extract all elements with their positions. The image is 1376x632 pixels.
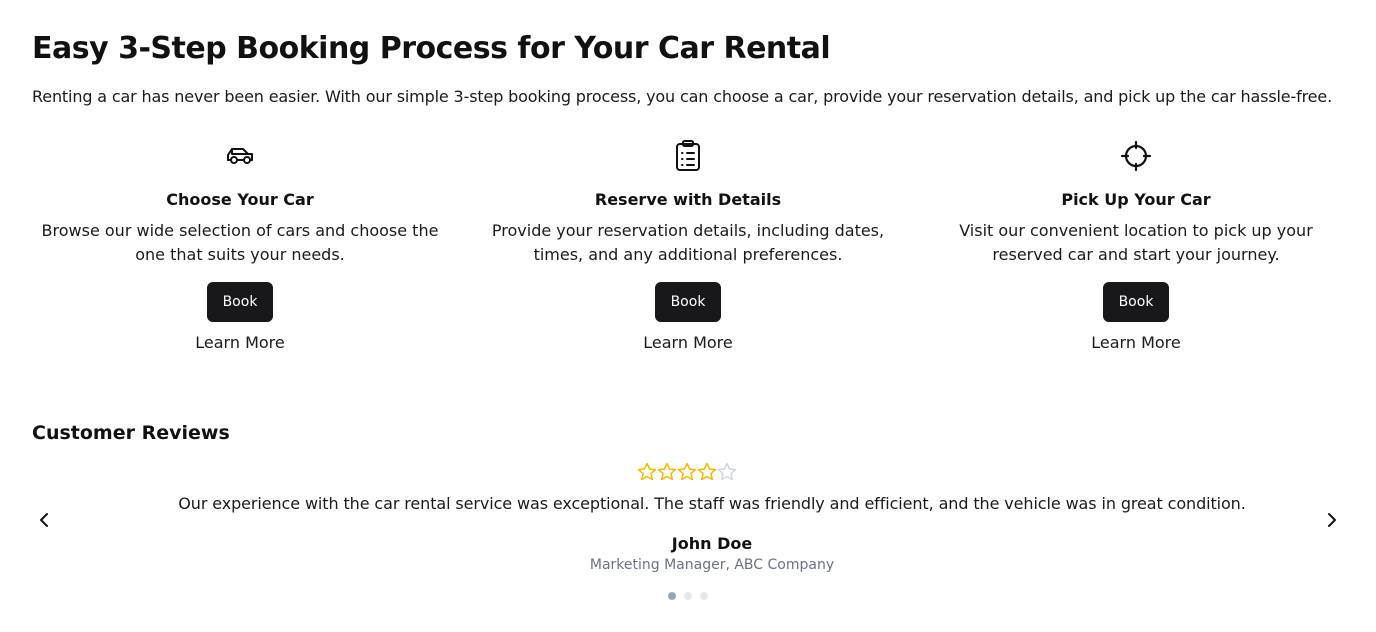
step-description: Provide your reservation details, includ… (491, 221, 885, 264)
carousel-dots (668, 592, 708, 600)
review-text: Our experience with the car rental servi… (0, 494, 1376, 513)
rating-stars (637, 462, 737, 482)
crosshair-icon (1120, 140, 1152, 172)
step-choose-car: Choose Your Car Browse our wide selectio… (32, 140, 448, 352)
booking-steps: Choose Your Car Browse our wide selectio… (32, 140, 1344, 352)
star-filled-icon (697, 462, 717, 481)
page-title: Easy 3-Step Booking Process for Your Car… (32, 31, 831, 66)
reviewer-name: John Doe (671, 534, 753, 553)
carousel-dot[interactable] (684, 592, 692, 600)
carousel-dot[interactable] (700, 592, 708, 600)
car-icon (224, 140, 256, 172)
learn-more-link[interactable]: Learn More (1091, 333, 1180, 352)
star-filled-icon (637, 462, 657, 481)
reviewer-role: Marketing Manager, ABC Company (589, 557, 835, 573)
next-review-button[interactable] (1320, 508, 1344, 532)
learn-more-link[interactable]: Learn More (643, 333, 732, 352)
clipboard-list-icon (672, 140, 704, 172)
step-title: Choose Your Car (166, 190, 314, 209)
step-title: Pick Up Your Car (1061, 190, 1211, 209)
review-quote: Our experience with the car rental servi… (178, 494, 1246, 513)
intro-text: Renting a car has never been easier. Wit… (32, 87, 1333, 106)
book-button[interactable]: Book (1103, 282, 1169, 322)
step-description: Visit our convenient location to pick up… (959, 221, 1313, 264)
star-empty-icon (717, 462, 737, 481)
step-pick-up: Pick Up Your Car Visit our convenient lo… (928, 140, 1344, 352)
book-button[interactable]: Book (207, 282, 273, 322)
carousel-dot[interactable] (668, 592, 676, 600)
learn-more-link[interactable]: Learn More (195, 333, 284, 352)
reviews-title: Customer Reviews (32, 422, 230, 444)
chevron-right-icon (1328, 513, 1336, 527)
star-filled-icon (677, 462, 697, 481)
step-title: Reserve with Details (594, 190, 782, 209)
star-filled-icon (657, 462, 677, 481)
step-description: Browse our wide selection of cars and ch… (41, 221, 439, 264)
step-reserve-details: Reserve with Details Provide your reserv… (480, 140, 896, 352)
book-button[interactable]: Book (655, 282, 721, 322)
